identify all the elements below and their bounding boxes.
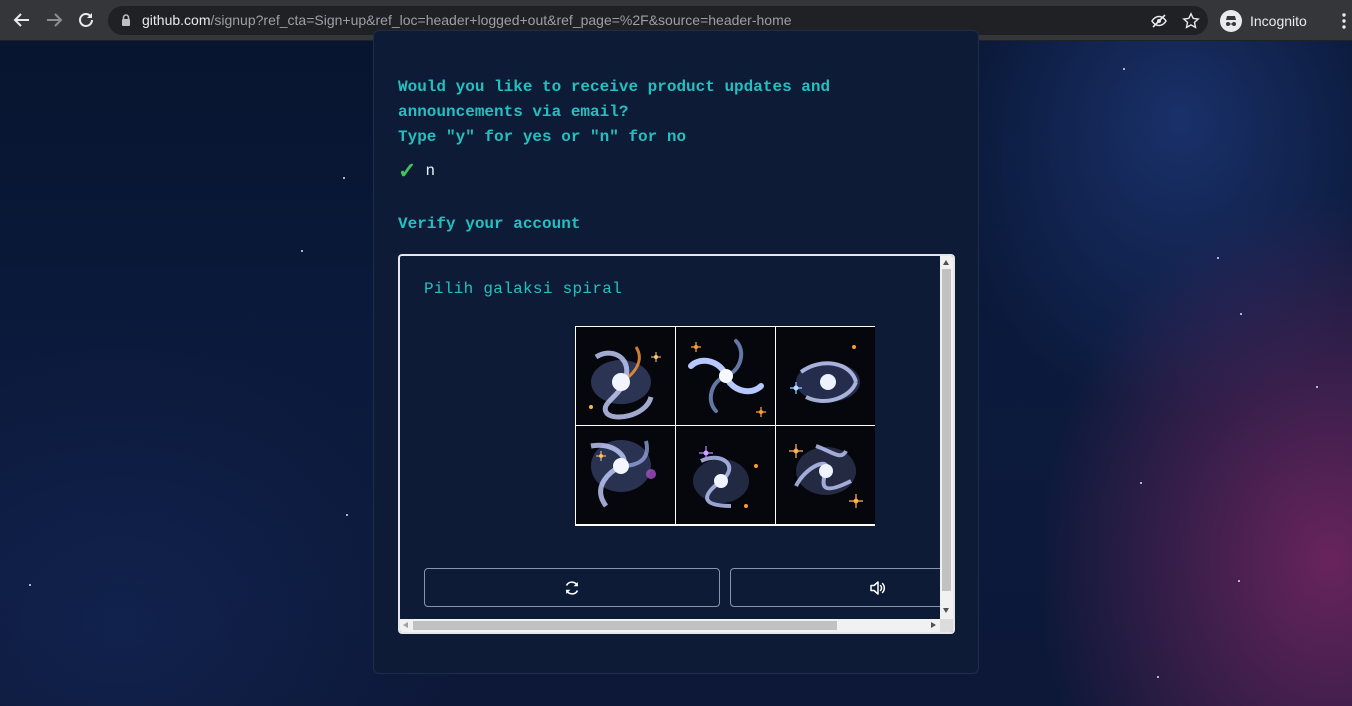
question-line: Would you like to receive product update… <box>398 78 831 96</box>
star <box>301 250 303 252</box>
reload-page-icon <box>79 13 93 27</box>
captcha-image-grid <box>575 326 875 526</box>
answer-value: n <box>425 162 436 180</box>
url-path: /signup?ref_cta=Sign+up&ref_loc=header+l… <box>210 12 792 28</box>
star <box>1240 313 1242 315</box>
browser-menu-icon[interactable] <box>1336 11 1352 31</box>
star <box>346 514 348 516</box>
galaxy-image-3[interactable] <box>776 327 875 425</box>
star <box>1140 482 1142 484</box>
incognito-icon <box>1220 9 1242 32</box>
horizontal-scroll-thumb[interactable] <box>413 621 837 630</box>
captcha-horizontal-scrollbar[interactable] <box>400 619 943 632</box>
star <box>1316 386 1318 388</box>
reload-page-button[interactable] <box>72 6 100 34</box>
reload-icon <box>565 580 579 595</box>
star <box>1123 68 1125 70</box>
star <box>343 177 345 179</box>
star <box>29 584 31 586</box>
scroll-right-arrow-icon[interactable] <box>931 622 936 628</box>
captcha-frame: Pilih galaksi spiral <box>398 254 955 634</box>
checkmark-icon: ✓ <box>398 158 417 183</box>
forward-arrow-icon <box>47 13 63 27</box>
scrollbar-corner <box>940 619 953 632</box>
galaxy-image-2[interactable] <box>676 327 775 425</box>
star <box>1157 676 1159 678</box>
galaxy-image-6[interactable] <box>776 426 875 524</box>
forward-button[interactable] <box>40 6 68 34</box>
bookmark-star-icon[interactable] <box>1182 12 1200 30</box>
speaker-icon <box>870 580 885 595</box>
lock-icon <box>122 14 130 26</box>
signup-card: Would you like to receive product update… <box>373 30 979 674</box>
reload-challenge-button[interactable] <box>424 568 720 607</box>
back-arrow-icon <box>13 13 29 27</box>
question-line: announcements via email? <box>398 103 629 121</box>
galaxy-image-4[interactable] <box>576 426 675 524</box>
scroll-left-arrow-icon[interactable] <box>403 622 408 628</box>
url-text: github.com/signup?ref_cta=Sign+up&ref_lo… <box>142 12 792 29</box>
galaxy-image-1[interactable] <box>576 327 675 425</box>
star <box>1238 580 1240 582</box>
verify-account-title: Verify your account <box>398 215 581 233</box>
star <box>1217 257 1219 259</box>
vertical-scroll-thumb[interactable] <box>942 269 951 591</box>
incognito-profile-button[interactable]: Incognito <box>1216 6 1328 35</box>
answer-row: ✓ n <box>398 160 435 182</box>
scroll-down-arrow-icon[interactable] <box>943 608 949 613</box>
captcha-prompt: Pilih galaksi spiral <box>424 280 623 298</box>
eye-slash-icon[interactable] <box>1150 12 1168 30</box>
captcha-vertical-scrollbar[interactable] <box>940 256 953 619</box>
incognito-label: Incognito <box>1250 12 1307 29</box>
scroll-up-arrow-icon[interactable] <box>943 260 949 265</box>
url-host: github.com <box>142 12 211 28</box>
question-line: Type "y" for yes or "n" for no <box>398 128 687 146</box>
email-updates-question: Would you like to receive product update… <box>398 75 858 150</box>
galaxy-image-5[interactable] <box>676 426 775 524</box>
back-button[interactable] <box>8 6 36 34</box>
audio-challenge-button[interactable] <box>730 568 953 607</box>
